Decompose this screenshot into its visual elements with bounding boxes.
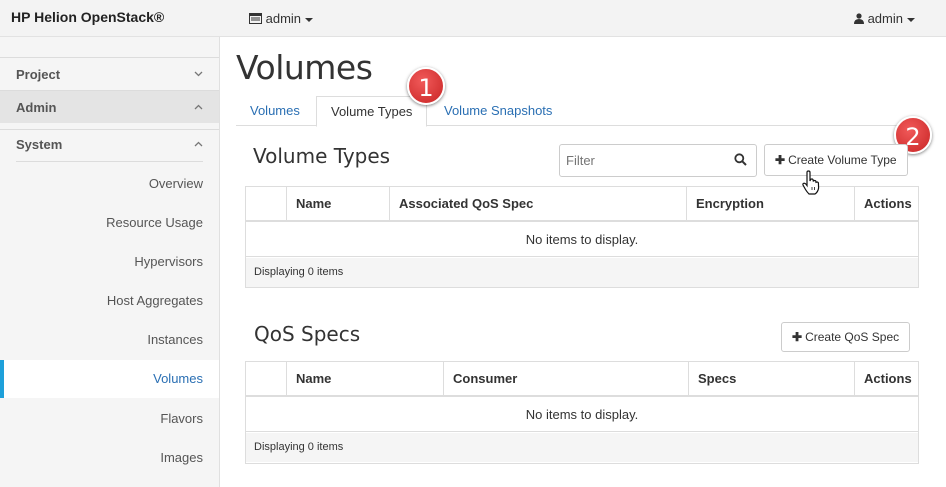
tab-bar: Volumes Volume Types Volume Snapshots bbox=[236, 96, 919, 127]
sidebar-section-project[interactable]: Project bbox=[0, 57, 219, 90]
empty-table-message: No items to display. bbox=[246, 222, 918, 257]
column-header[interactable]: Name bbox=[286, 187, 389, 222]
column-header[interactable]: Consumer bbox=[443, 362, 688, 397]
caret-down-icon bbox=[907, 17, 915, 22]
column-header[interactable]: Specs bbox=[688, 362, 854, 397]
create-volume-type-button[interactable]: ✚ Create Volume Type bbox=[764, 144, 908, 176]
sidebar-divider bbox=[16, 161, 203, 162]
empty-table-message: No items to display. bbox=[246, 397, 918, 432]
create-qos-spec-label: Create QoS Spec bbox=[805, 330, 900, 344]
table-footer: Displaying 0 items bbox=[246, 433, 918, 462]
chevron-down-icon bbox=[194, 58, 203, 91]
sidebar-section-label: Project bbox=[16, 67, 61, 82]
sidebar-item-flavors[interactable]: Flavors bbox=[0, 399, 219, 438]
sidebar-item-resource-usage[interactable]: Resource Usage bbox=[0, 203, 219, 242]
hand-cursor-icon bbox=[801, 170, 823, 201]
plus-icon: ✚ bbox=[775, 153, 786, 167]
chevron-up-icon bbox=[194, 130, 203, 160]
tab-volumes[interactable]: Volumes bbox=[236, 96, 314, 126]
project-selector-icon bbox=[249, 11, 266, 26]
user-menu[interactable]: admin bbox=[853, 11, 915, 26]
column-header[interactable]: Associated QoS Spec bbox=[389, 187, 686, 222]
qos-specs-heading: QoS Specs bbox=[254, 322, 361, 346]
caret-down-icon bbox=[305, 17, 314, 22]
callout-badge-1: 1 bbox=[407, 67, 445, 105]
sidebar-section-admin[interactable]: Admin bbox=[0, 90, 219, 123]
tab-volume-snapshots[interactable]: Volume Snapshots bbox=[430, 96, 566, 126]
page-title: Volumes bbox=[236, 48, 373, 87]
qos-specs-table: Name Consumer Specs Actions No items to … bbox=[245, 361, 919, 464]
user-icon bbox=[853, 11, 868, 26]
column-header[interactable]: Encryption bbox=[686, 187, 850, 222]
sidebar-item-instances[interactable]: Instances bbox=[0, 320, 219, 359]
project-selector-label: admin bbox=[265, 11, 302, 26]
user-menu-label: admin bbox=[867, 11, 903, 26]
tab-volume-types[interactable]: Volume Types bbox=[316, 96, 428, 127]
sidebar-section-system[interactable]: System bbox=[0, 129, 219, 161]
select-column-header[interactable] bbox=[246, 362, 286, 397]
filter-input[interactable] bbox=[560, 145, 720, 176]
column-header: Actions bbox=[854, 362, 918, 397]
chevron-up-icon bbox=[194, 91, 203, 124]
sidebar-item-volumes[interactable]: Volumes bbox=[0, 360, 219, 398]
create-qos-spec-button[interactable]: ✚ Create QoS Spec bbox=[781, 322, 911, 352]
sidebar-item-overview[interactable]: Overview bbox=[0, 164, 219, 203]
create-volume-type-label: Create Volume Type bbox=[788, 153, 897, 167]
table-header: Name Consumer Specs Actions bbox=[246, 362, 918, 397]
search-icon[interactable] bbox=[734, 153, 747, 171]
plus-icon: ✚ bbox=[792, 330, 803, 344]
volume-types-heading: Volume Types bbox=[253, 144, 391, 168]
project-selector[interactable]: admin bbox=[249, 11, 314, 26]
brand-logo[interactable]: HP Helion OpenStack® bbox=[11, 9, 164, 25]
volume-types-table: Name Associated QoS Spec Encryption Acti… bbox=[245, 186, 919, 288]
sidebar-section-label: Admin bbox=[16, 100, 57, 115]
column-header: Actions bbox=[854, 187, 918, 222]
sidebar-item-hypervisors[interactable]: Hypervisors bbox=[0, 242, 219, 281]
sidebar: Project Admin System Overview Resource U… bbox=[0, 37, 220, 487]
sidebar-item-host-aggregates[interactable]: Host Aggregates bbox=[0, 281, 219, 320]
sidebar-item-images[interactable]: Images bbox=[0, 438, 219, 477]
column-header[interactable]: Name bbox=[286, 362, 443, 397]
filter-box bbox=[559, 144, 757, 177]
top-navbar: HP Helion OpenStack® admin admin bbox=[0, 0, 946, 37]
sidebar-section-label: System bbox=[16, 137, 63, 152]
select-column-header[interactable] bbox=[246, 187, 286, 222]
table-footer: Displaying 0 items bbox=[246, 258, 918, 287]
